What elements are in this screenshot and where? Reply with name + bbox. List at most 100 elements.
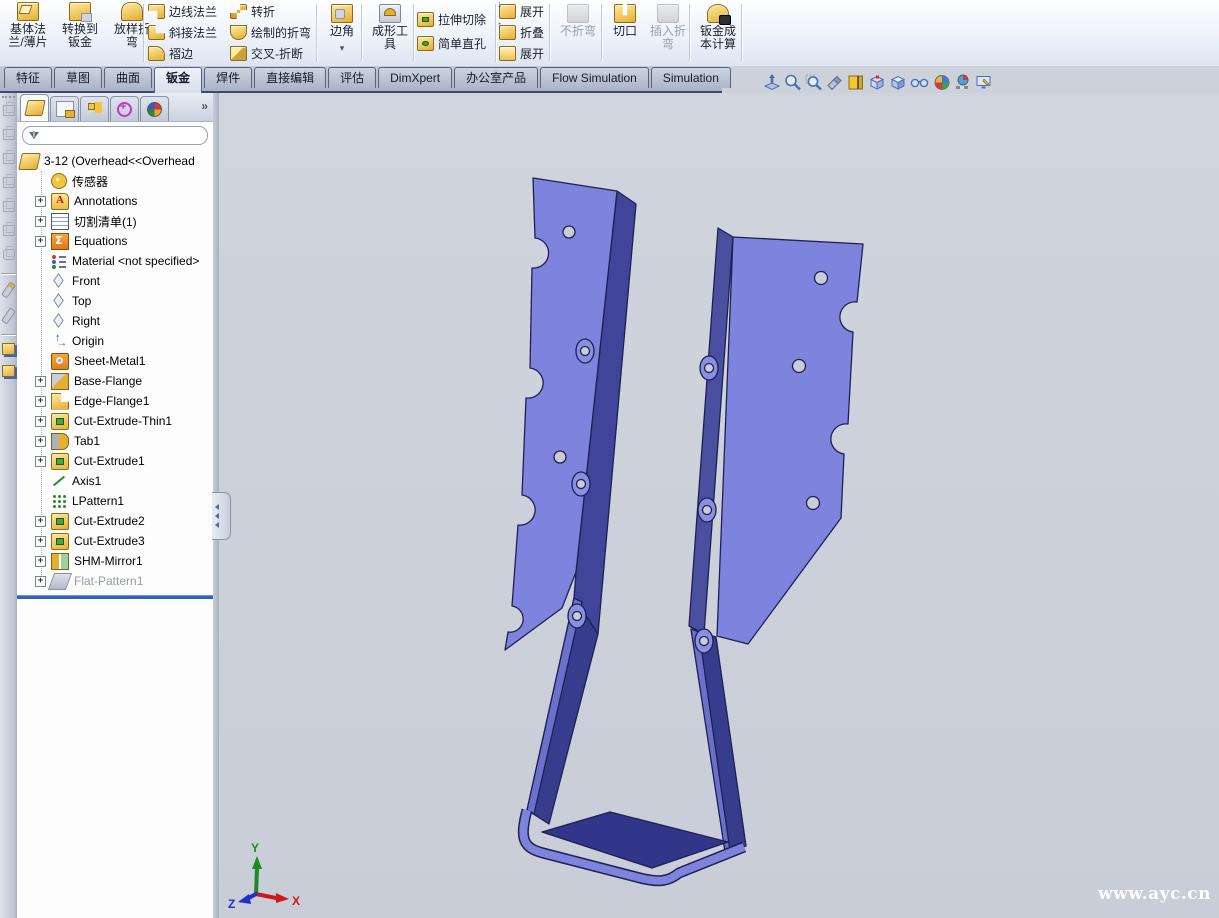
previous-view-icon[interactable] <box>826 73 844 92</box>
tree-item[interactable]: + 切割清单(1) <box>17 211 213 231</box>
display-style-icon[interactable] <box>889 73 907 92</box>
expand-toggle[interactable]: + <box>35 416 46 427</box>
corner-button[interactable]: 边角 <box>320 2 364 56</box>
tab-dimxpertmanager[interactable] <box>110 96 139 121</box>
expand-toggle[interactable]: + <box>35 396 46 407</box>
tree-item[interactable]: + LPattern1 <box>17 491 213 511</box>
ribbon-button[interactable]: 绘制的折弯 <box>230 22 311 43</box>
orientation-cube-icon[interactable] <box>3 129 15 140</box>
tab-featuremanager[interactable] <box>20 94 49 121</box>
tree-item[interactable]: + Annotations <box>17 191 213 211</box>
section-view-icon[interactable] <box>847 73 865 92</box>
graphics-viewport[interactable] <box>219 93 1219 918</box>
tree-item[interactable]: + Axis1 <box>17 471 213 491</box>
expand-toggle[interactable]: + <box>35 576 46 587</box>
ribbon-tab[interactable]: Flow Simulation <box>540 67 649 88</box>
ribbon-button[interactable]: 转换到钣金 <box>54 0 106 51</box>
apply-scene-icon[interactable] <box>954 73 972 92</box>
ribbon-button[interactable]: 转折 <box>230 1 311 22</box>
isometric-cube-icon[interactable] <box>3 249 15 260</box>
hide-show-items-icon[interactable] <box>910 73 930 92</box>
3d-sketch-icon[interactable] <box>1 307 16 324</box>
revolve-tool-icon[interactable] <box>2 365 15 377</box>
panel-collapse-handle[interactable] <box>212 492 231 540</box>
ribbon-button[interactable]: 基体法兰/薄片 <box>2 0 54 51</box>
tree-item[interactable]: + Origin <box>17 331 213 351</box>
orientation-cube-icon[interactable] <box>3 105 15 116</box>
expand-toggle[interactable]: + <box>35 516 46 527</box>
ribbon-button[interactable]: 展开 <box>499 1 544 22</box>
tree-item[interactable]: + Front <box>17 271 213 291</box>
view-orientation-icon[interactable] <box>868 73 886 92</box>
expand-toggle[interactable]: + <box>35 216 46 227</box>
expand-toggle[interactable]: + <box>35 436 46 447</box>
rip-button[interactable]: 切口 <box>605 2 645 40</box>
ribbon-tab[interactable]: 办公室产品 <box>454 67 538 88</box>
toolbar-grip[interactable] <box>2 96 15 101</box>
tree-item[interactable]: + Top <box>17 291 213 311</box>
tree-item[interactable]: + Material <not specified> <box>17 251 213 271</box>
orientation-cube-icon[interactable] <box>3 177 15 188</box>
tab-configurationmanager[interactable] <box>80 96 109 121</box>
tree-item[interactable]: + Flat-Pattern1 <box>17 571 213 591</box>
ribbon-tab[interactable]: DimXpert <box>378 67 452 88</box>
tree-item[interactable]: + Cut-Extrude2 <box>17 511 213 531</box>
ribbon-tab[interactable]: 草图 <box>54 67 102 88</box>
ribbon-tab[interactable]: 曲面 <box>104 67 152 88</box>
zoom-to-fit-icon[interactable] <box>784 73 802 92</box>
ribbon-tab[interactable]: 钣金 <box>154 67 202 93</box>
zoom-to-area-icon[interactable] <box>805 73 823 92</box>
ribbon-button[interactable]: 拉伸切除 <box>417 7 486 31</box>
tab-displaymanager[interactable] <box>140 96 169 121</box>
display-manager-icon <box>147 102 162 117</box>
tree-item[interactable]: + Tab1 <box>17 431 213 451</box>
expand-toggle[interactable]: + <box>35 376 46 387</box>
tree-item[interactable]: + Cut-Extrude1 <box>17 451 213 471</box>
tree-item[interactable]: + 传感器 <box>17 171 213 191</box>
tree-item[interactable]: + Cut-Extrude3 <box>17 531 213 551</box>
ribbon-tab[interactable]: 评估 <box>328 67 376 88</box>
ribbon-button[interactable]: 交叉-折断 <box>230 43 311 64</box>
extrude-tool-icon[interactable] <box>2 343 15 355</box>
ribbon-tab[interactable]: 特征 <box>4 67 52 88</box>
rollback-bar[interactable] <box>17 595 213 599</box>
ribbon-tab[interactable]: 直接编辑 <box>254 67 326 88</box>
expand-toggle[interactable]: + <box>35 456 46 467</box>
ribbon-button[interactable]: 展开 <box>499 43 544 64</box>
expand-toggle[interactable]: + <box>35 536 46 547</box>
feature-icon <box>51 433 69 450</box>
panel-overflow-chevron[interactable]: » <box>201 99 207 113</box>
orientation-cube-icon[interactable] <box>3 225 15 236</box>
ribbon-button[interactable]: 边线法兰 <box>148 1 217 22</box>
expand-toggle[interactable]: + <box>35 556 46 567</box>
expand-toggle[interactable]: + <box>35 196 46 207</box>
tab-propertymanager[interactable] <box>50 96 79 121</box>
sheet-metal-costing-button[interactable]: 钣金成本计算 <box>692 2 744 53</box>
ribbon-button[interactable]: 简单直孔 <box>417 31 486 55</box>
orientation-cube-icon[interactable] <box>3 153 15 164</box>
view-settings-icon[interactable] <box>975 73 993 92</box>
ribbon-button[interactable]: 斜接法兰 <box>148 22 217 43</box>
rip-icon <box>614 4 636 23</box>
tree-item[interactable]: + Cut-Extrude-Thin1 <box>17 411 213 431</box>
insert-bends-icon <box>657 4 679 23</box>
tree-item[interactable]: + Sheet-Metal1 <box>17 351 213 371</box>
sketch-icon[interactable] <box>1 281 16 298</box>
ribbon-button[interactable]: 折叠 <box>499 22 544 43</box>
tree-item[interactable]: + Equations <box>17 231 213 251</box>
edit-appearance-icon[interactable] <box>933 73 951 92</box>
tree-item[interactable]: + Right <box>17 311 213 331</box>
expand-toggle[interactable]: + <box>35 236 46 247</box>
tree-item[interactable]: + SHM-Mirror1 <box>17 551 213 571</box>
ribbon-button[interactable]: 褶边 <box>148 43 217 64</box>
ribbon-tab[interactable]: Simulation <box>651 67 731 88</box>
tree-item[interactable]: + Base-Flange <box>17 371 213 391</box>
forming-tool-button[interactable]: 成形工具 <box>365 2 415 53</box>
corner-dropdown-arrow[interactable] <box>340 40 345 54</box>
ribbon-tab[interactable]: 焊件 <box>204 67 252 88</box>
tree-filter-input[interactable] <box>22 126 208 145</box>
tree-root-item[interactable]: 3-12 (Overhead<<Overhead <box>17 151 213 171</box>
drag-3d-icon[interactable] <box>763 73 781 92</box>
tree-item[interactable]: + Edge-Flange1 <box>17 391 213 411</box>
orientation-cube-icon[interactable] <box>3 201 15 212</box>
